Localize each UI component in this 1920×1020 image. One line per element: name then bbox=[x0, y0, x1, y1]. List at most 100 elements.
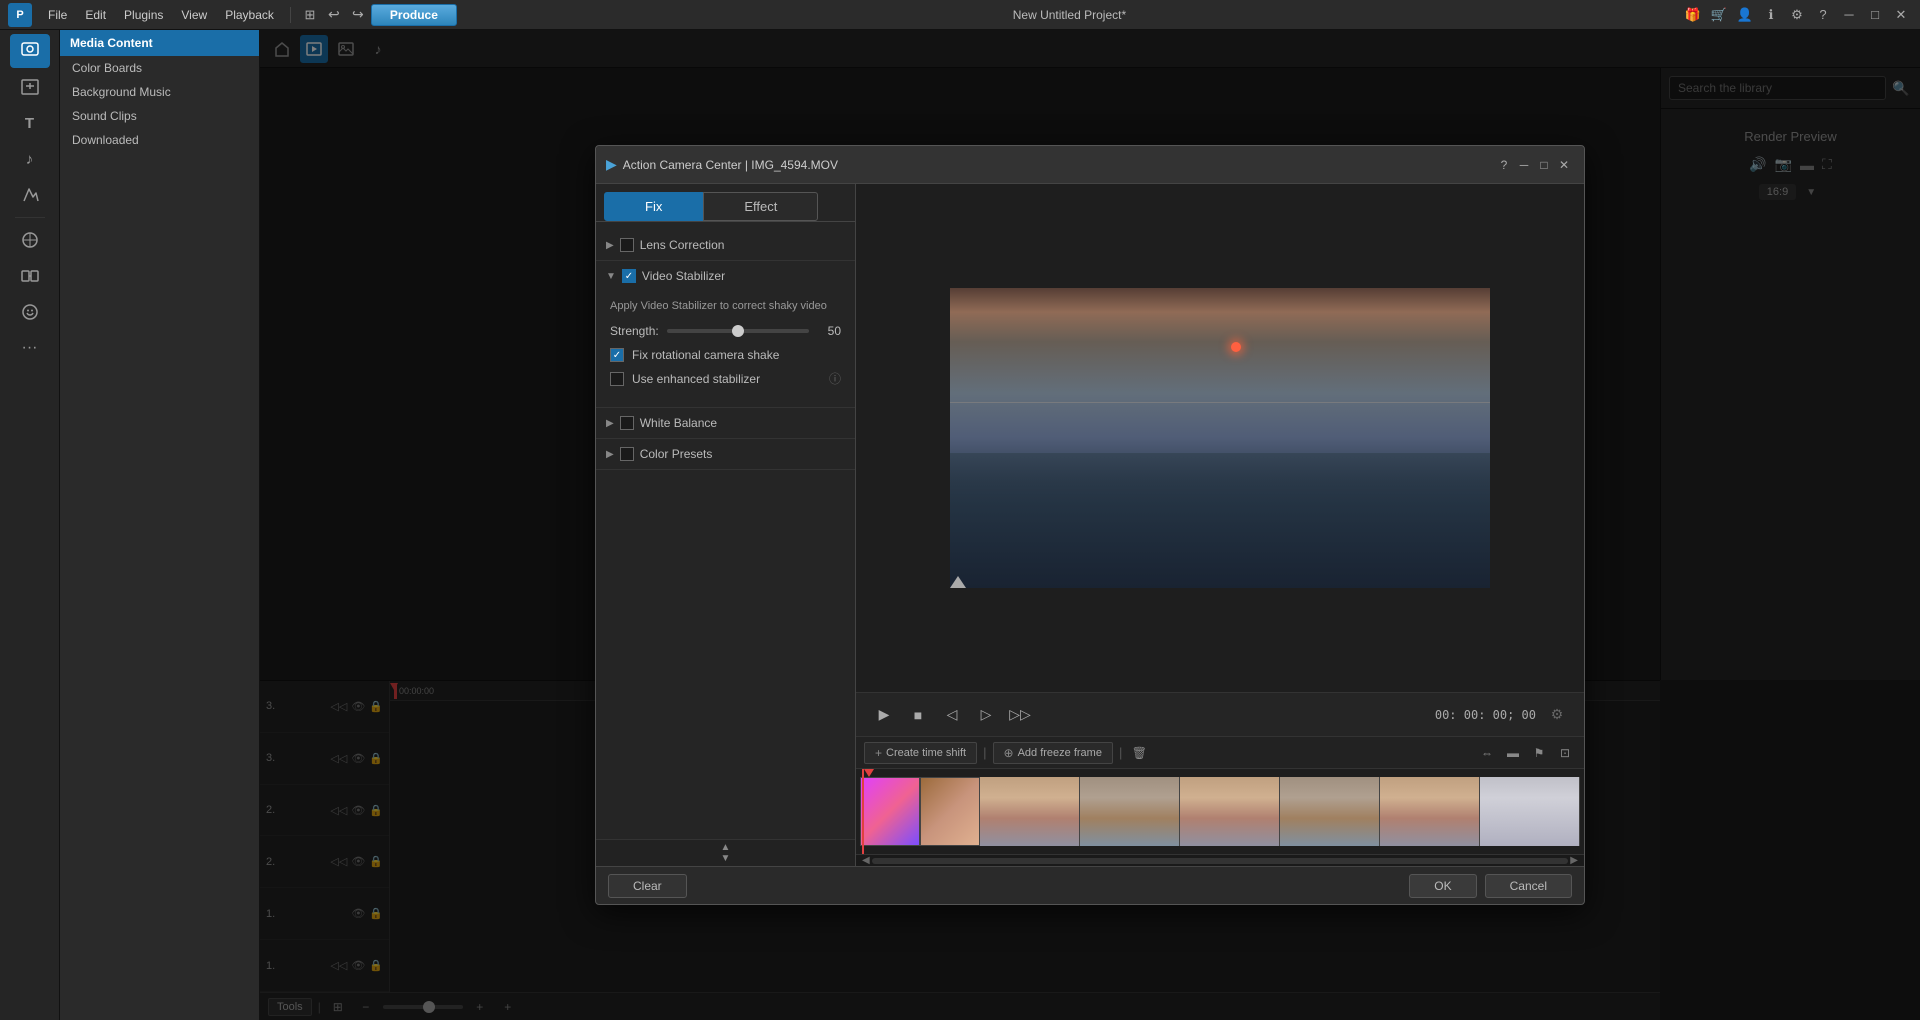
help-icon[interactable]: ? bbox=[1812, 4, 1834, 26]
rest-thumb-3 bbox=[1180, 777, 1280, 846]
video-stabilizer-content: Apply Video Stabilizer to correct shaky … bbox=[596, 291, 855, 407]
cancel-button[interactable]: Cancel bbox=[1485, 874, 1572, 898]
prev-frame-button[interactable]: ◁ bbox=[940, 703, 964, 727]
fast-forward-button[interactable]: ▷▷ bbox=[1008, 703, 1032, 727]
modal-playhead-top bbox=[864, 769, 874, 777]
strength-slider[interactable] bbox=[667, 329, 809, 333]
left-icon-media[interactable] bbox=[10, 34, 50, 68]
scroll-right-arrow[interactable]: ▶ bbox=[1568, 855, 1580, 866]
sidebar: Media Content Color Boards Background Mu… bbox=[60, 30, 260, 1020]
sidebar-item-downloaded[interactable]: Downloaded bbox=[60, 128, 259, 152]
close-icon[interactable]: ✕ bbox=[1890, 4, 1912, 26]
strength-row: Strength: 50 bbox=[610, 324, 841, 338]
create-time-shift-button[interactable]: + Create time shift bbox=[864, 742, 977, 764]
fit-timeline-button[interactable]: ⇔ bbox=[1476, 742, 1498, 764]
sidebar-item-sound-clips[interactable]: Sound Clips bbox=[60, 104, 259, 128]
undo-button[interactable]: ↩ bbox=[323, 4, 345, 26]
left-icon-stickers[interactable] bbox=[10, 295, 50, 329]
menu-bar: P File Edit Plugins View Playback ⊞ ↩ ↪ … bbox=[0, 0, 1920, 30]
timeline-right-controls: ⇔ ▬ ⚑ ⊡ bbox=[1476, 742, 1576, 764]
white-balance-checkbox[interactable] bbox=[620, 416, 634, 430]
menu-view[interactable]: View bbox=[173, 5, 215, 25]
left-icon-effects[interactable] bbox=[10, 178, 50, 212]
delete-button[interactable]: 🗑 bbox=[1128, 742, 1150, 764]
timeline-expand-button[interactable]: ⊡ bbox=[1554, 742, 1576, 764]
modal-timeline-scroll: ◀ ▶ bbox=[856, 854, 1584, 866]
freeze-frame-icon: ⊕ bbox=[1004, 746, 1014, 760]
stop-button[interactable]: ■ bbox=[906, 703, 930, 727]
left-icon-audio[interactable]: ♪ bbox=[10, 142, 50, 176]
info-icon[interactable]: ℹ bbox=[1760, 4, 1782, 26]
toolbar-sep-1 bbox=[290, 7, 291, 23]
lens-correction-label: Lens Correction bbox=[640, 238, 725, 252]
options-scroll-up[interactable]: ▲ bbox=[721, 842, 731, 853]
maximize-icon[interactable]: □ bbox=[1864, 4, 1886, 26]
rest-thumb-6 bbox=[1480, 777, 1580, 846]
left-icon-text[interactable]: T bbox=[10, 106, 50, 140]
modal-maximize-button[interactable]: □ bbox=[1534, 155, 1554, 175]
modal-timeline-toolbar: + Create time shift | ⊕ Add freeze frame… bbox=[856, 737, 1584, 769]
modal-tab-effect[interactable]: Effect bbox=[703, 192, 818, 221]
menu-plugins[interactable]: Plugins bbox=[116, 5, 171, 25]
top-right-icons: 🎁 🛒 👤 ℹ ⚙ ? ─ □ ✕ bbox=[1682, 4, 1912, 26]
modal-tab-fix[interactable]: Fix bbox=[604, 192, 703, 221]
fix-rotational-row: ✓ Fix rotational camera shake bbox=[610, 348, 841, 362]
strip-thumbs-rest bbox=[980, 777, 1580, 846]
modal-close-button[interactable]: ✕ bbox=[1554, 155, 1574, 175]
enhanced-info-icon[interactable]: ⓘ bbox=[829, 370, 841, 387]
cart-icon[interactable]: 🛒 bbox=[1708, 4, 1730, 26]
rest-thumb-2 bbox=[1080, 777, 1180, 846]
left-icon-transition[interactable] bbox=[10, 259, 50, 293]
left-panel: T ♪ bbox=[0, 30, 60, 1020]
play-button[interactable]: ▶ bbox=[872, 703, 896, 727]
video-stabilizer-header[interactable]: ▼ ✓ Video Stabilizer bbox=[596, 261, 855, 291]
video-stabilizer-section: ▼ ✓ Video Stabilizer Apply Video Stabili… bbox=[596, 261, 855, 408]
settings-icon[interactable]: ⚙ bbox=[1786, 4, 1808, 26]
redo-button[interactable]: ↪ bbox=[347, 4, 369, 26]
timeline-view-button[interactable]: ▬ bbox=[1502, 742, 1524, 764]
sidebar-item-color-boards[interactable]: Color Boards bbox=[60, 56, 259, 80]
left-icon-color[interactable] bbox=[10, 223, 50, 257]
next-frame-button[interactable]: ▷ bbox=[974, 703, 998, 727]
sidebar-item-background-music[interactable]: Background Music bbox=[60, 80, 259, 104]
produce-button[interactable]: Produce bbox=[371, 4, 457, 26]
lens-correction-checkbox[interactable] bbox=[620, 238, 634, 252]
playback-settings-icon[interactable]: ⚙ bbox=[1546, 704, 1568, 726]
clear-button[interactable]: Clear bbox=[608, 874, 687, 898]
gift-icon[interactable]: 🎁 bbox=[1682, 4, 1704, 26]
strength-thumb[interactable] bbox=[732, 325, 744, 337]
minimize-icon[interactable]: ─ bbox=[1838, 4, 1860, 26]
left-icon-import[interactable] bbox=[10, 70, 50, 104]
create-time-shift-label: Create time shift bbox=[886, 747, 966, 759]
enhanced-stabilizer-checkbox[interactable] bbox=[610, 372, 624, 386]
modal-help-button[interactable]: ? bbox=[1494, 155, 1514, 175]
menu-edit[interactable]: Edit bbox=[77, 5, 114, 25]
enhanced-stabilizer-label: Use enhanced stabilizer bbox=[632, 372, 760, 386]
video-beach-background bbox=[950, 288, 1490, 588]
fix-rotational-checkbox[interactable]: ✓ bbox=[610, 348, 624, 362]
strength-value: 50 bbox=[817, 324, 841, 338]
modal-timeline-playhead bbox=[862, 769, 864, 854]
video-stabilizer-label: Video Stabilizer bbox=[642, 269, 725, 283]
timeline-flag-button[interactable]: ⚑ bbox=[1528, 742, 1550, 764]
menu-file[interactable]: File bbox=[40, 5, 75, 25]
ok-button[interactable]: OK bbox=[1409, 874, 1476, 898]
sidebar-header: Media Content bbox=[60, 30, 259, 56]
options-scroll-down[interactable]: ▼ bbox=[721, 853, 731, 864]
account-icon[interactable]: 👤 bbox=[1734, 4, 1756, 26]
strip-thumb-brown bbox=[920, 777, 980, 846]
timeline-scroll-track[interactable] bbox=[872, 858, 1569, 864]
lens-correction-header[interactable]: ▶ Lens Correction bbox=[596, 230, 855, 260]
left-icon-more[interactable]: ··· bbox=[10, 331, 50, 365]
video-sun bbox=[1231, 342, 1241, 352]
modal-minimize-button[interactable]: ─ bbox=[1514, 155, 1534, 175]
time-display: 00: 00: 00; 00 bbox=[1435, 708, 1536, 722]
color-presets-checkbox[interactable] bbox=[620, 447, 634, 461]
video-stabilizer-checkbox[interactable]: ✓ bbox=[622, 269, 636, 283]
scroll-left-arrow[interactable]: ◀ bbox=[860, 855, 872, 866]
menu-playback[interactable]: Playback bbox=[217, 5, 282, 25]
grid-view-icon[interactable]: ⊞ bbox=[299, 4, 321, 26]
color-presets-header[interactable]: ▶ Color Presets bbox=[596, 439, 855, 469]
white-balance-header[interactable]: ▶ White Balance bbox=[596, 408, 855, 438]
add-freeze-frame-button[interactable]: ⊕ Add freeze frame bbox=[993, 742, 1113, 764]
